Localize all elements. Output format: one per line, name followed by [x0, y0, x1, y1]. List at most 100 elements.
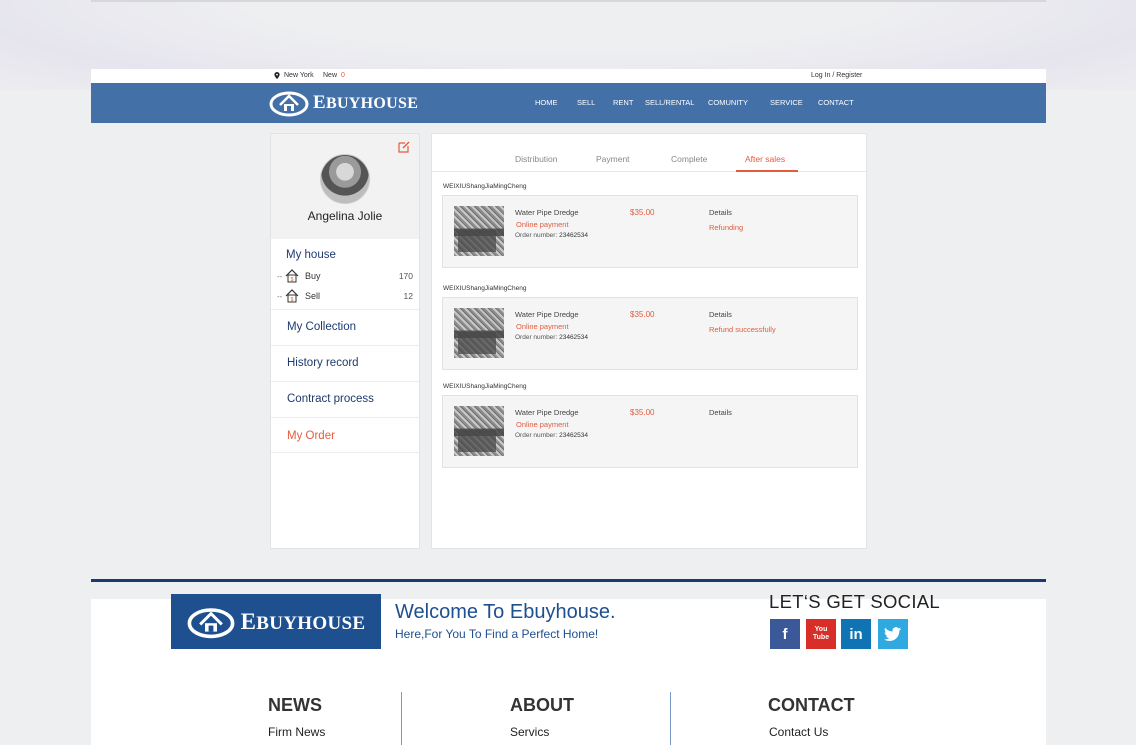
nav-sell[interactable]: SELL	[577, 98, 595, 107]
avatar[interactable]	[320, 154, 370, 204]
sidebar-subitem-sell[interactable]: -- $ Sell 12	[277, 288, 413, 304]
account-sidebar: Angelina Jolie My house -- $ Buy 170 -- …	[270, 133, 420, 549]
brand-initial: E	[313, 92, 326, 113]
tab-complete[interactable]: Complete	[671, 154, 707, 164]
item-name: Water Pipe Dredge	[515, 310, 579, 319]
order-number-value: 23462534	[559, 232, 589, 239]
sidebar-item-contract-process[interactable]: Contract process	[271, 381, 419, 417]
footer-about-heading: ABOUT	[510, 695, 574, 715]
tree-dash: --	[277, 271, 283, 281]
order-status: Refund successfully	[709, 325, 776, 334]
welcome-heading: Welcome To Ebuyhouse.	[395, 601, 616, 623]
order-number-label: Order number:	[515, 432, 558, 439]
brand-name: EBUYHOUSE	[313, 92, 418, 114]
sidebar-subitem-label: Sell	[305, 291, 321, 301]
footer-link-firm-news[interactable]: Firm News	[268, 725, 325, 739]
item-name: Water Pipe Dredge	[515, 208, 579, 217]
brand-initial: E	[240, 608, 257, 634]
sidebar-item-my-order[interactable]: My Order	[271, 417, 419, 453]
orders-panel: Distribution Payment Complete After sale…	[431, 133, 867, 549]
sidebar-item-history-record[interactable]: History record	[271, 345, 419, 381]
main-navbar: EBUYHOUSE HOME SELL RENT SELL/RENTAL COM…	[91, 83, 1046, 123]
shop-name[interactable]: WEIXIUShangJiaMingCheng	[443, 383, 526, 390]
item-price: $35.00	[630, 408, 655, 417]
product-thumbnail[interactable]	[454, 406, 504, 456]
sidebar-subitem-label: Buy	[305, 271, 321, 281]
footer-logo[interactable]: EBUYHOUSE	[171, 594, 381, 649]
linkedin-icon[interactable]: in	[841, 619, 871, 649]
details-link[interactable]: Details	[709, 208, 732, 217]
facebook-icon[interactable]: f	[770, 619, 800, 649]
footer-link-contact-us[interactable]: Contact Us	[769, 725, 828, 739]
brand-rest: BUYHOUSE	[256, 612, 366, 634]
footer-column-divider	[401, 692, 402, 745]
item-price: $35.00	[630, 208, 655, 217]
sidebar-item-my-house[interactable]: My house	[286, 249, 336, 261]
brand-logo[interactable]: EBUYHOUSE	[269, 89, 418, 117]
svg-text:$: $	[291, 277, 294, 283]
house-buy-icon: $	[285, 269, 299, 283]
top-divider	[91, 0, 1046, 2]
buy-count: 170	[398, 271, 413, 281]
footer-brand-name: EBUYHOUSE	[241, 609, 366, 635]
details-link[interactable]: Details	[709, 408, 732, 417]
order-card[interactable]: Water Pipe Dredge Online payment Order n…	[442, 395, 858, 468]
order-card[interactable]: Water Pipe Dredge Online payment Order n…	[442, 297, 858, 370]
nav-community[interactable]: COMUNITY	[708, 98, 748, 107]
payment-method: Online payment	[516, 322, 569, 331]
social-heading: LET‘S GET SOCIAL	[769, 591, 941, 612]
order-status: Refunding	[709, 223, 744, 232]
details-link[interactable]: Details	[709, 310, 732, 319]
user-name: Angelina Jolie	[307, 209, 383, 223]
new-notifications[interactable]: New 0	[323, 72, 345, 79]
nav-contact[interactable]: CONTACT	[818, 98, 854, 107]
sell-count: 12	[403, 291, 413, 301]
twitter-icon[interactable]	[878, 619, 908, 649]
shop-name[interactable]: WEIXIUShangJiaMingCheng	[443, 285, 526, 292]
footer-column-divider	[670, 692, 671, 745]
location[interactable]: New York	[274, 72, 314, 79]
order-number-value: 23462534	[559, 334, 589, 341]
house-logo-icon	[187, 607, 235, 638]
top-bar: New York New 0 Log In / Register	[91, 69, 1046, 83]
footer-contact-heading: CONTACT	[768, 695, 855, 715]
nav-home[interactable]: HOME	[535, 98, 558, 107]
nav-service[interactable]: SERVICE	[770, 98, 803, 107]
house-sell-icon: $	[285, 289, 299, 303]
tab-after-sales[interactable]: After sales	[745, 154, 785, 164]
order-number: Order number: 23462534	[515, 334, 588, 341]
nav-sell-rental[interactable]: SELL/RENTAL	[645, 98, 694, 107]
order-number-label: Order number:	[515, 334, 558, 341]
svg-text:$: $	[291, 297, 294, 303]
youtube-text-bottom: Tube	[812, 634, 830, 641]
active-tab-underline	[736, 170, 798, 172]
payment-method: Online payment	[516, 220, 569, 229]
youtube-icon[interactable]: You Tube	[806, 619, 836, 649]
order-number: Order number: 23462534	[515, 432, 588, 439]
item-name: Water Pipe Dredge	[515, 408, 579, 417]
new-count: 0	[341, 72, 345, 79]
order-card[interactable]: Water Pipe Dredge Online payment Order n…	[442, 195, 858, 268]
house-logo-icon	[269, 91, 309, 117]
footer-link-services[interactable]: Servics	[510, 725, 549, 739]
youtube-text-top: You	[814, 626, 828, 633]
order-tabs: Distribution Payment Complete After sale…	[432, 134, 866, 172]
item-price: $35.00	[630, 310, 655, 319]
order-number-value: 23462534	[559, 432, 589, 439]
twitter-bird-icon	[884, 626, 902, 641]
product-thumbnail[interactable]	[454, 308, 504, 358]
location-pin-icon	[274, 72, 280, 79]
sidebar-subitem-buy[interactable]: -- $ Buy 170	[277, 268, 413, 284]
profile-card: Angelina Jolie	[271, 134, 419, 239]
sidebar-item-my-collection[interactable]: My Collection	[271, 309, 419, 345]
tab-distribution[interactable]: Distribution	[515, 154, 558, 164]
brand-rest: BUYHOUSE	[325, 95, 419, 112]
page: New York New 0 Log In / Register EBUYHOUS…	[91, 69, 1046, 745]
shop-name[interactable]: WEIXIUShangJiaMingCheng	[443, 183, 526, 190]
tab-payment[interactable]: Payment	[596, 154, 630, 164]
edit-icon[interactable]	[397, 140, 411, 154]
nav-rent[interactable]: RENT	[613, 98, 633, 107]
product-thumbnail[interactable]	[454, 206, 504, 256]
welcome-subtitle: Here,For You To Find a Perfect Home!	[395, 627, 599, 641]
login-register-link[interactable]: Log In / Register	[811, 72, 862, 79]
